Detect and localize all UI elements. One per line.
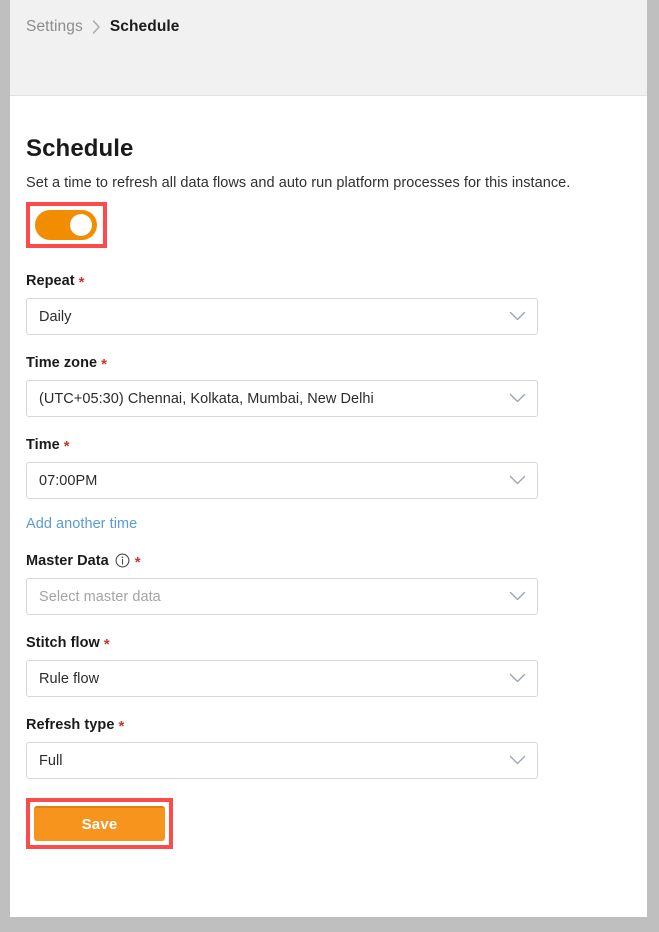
master-data-select-value: Select master data — [39, 589, 161, 605]
repeat-select-value: Daily — [39, 309, 71, 325]
breadcrumb-item-settings[interactable]: Settings — [26, 17, 83, 37]
timezone-select-value: (UTC+05:30) Chennai, Kolkata, Mumbai, Ne… — [39, 391, 374, 407]
field-label-refresh-type: Refresh type * — [26, 717, 631, 733]
field-label-master-data: Master Data * — [26, 553, 631, 569]
label-text-stitch-flow: Stitch flow — [26, 635, 100, 651]
chevron-down-icon — [509, 755, 526, 766]
chevron-down-icon — [509, 673, 526, 684]
required-marker: * — [135, 555, 141, 570]
save-highlight-box: Save — [26, 798, 173, 849]
stitch-flow-select[interactable]: Rule flow — [26, 660, 538, 697]
chevron-down-icon — [509, 591, 526, 602]
field-label-time: Time * — [26, 437, 631, 453]
field-stitch-flow: Stitch flow * Rule flow — [26, 635, 631, 697]
refresh-type-select[interactable]: Full — [26, 742, 538, 779]
label-text-timezone: Time zone — [26, 355, 97, 371]
chevron-down-icon — [509, 311, 526, 322]
toggle-highlight-box — [26, 202, 107, 248]
required-marker: * — [79, 275, 85, 290]
time-select-value: 07:00PM — [39, 473, 97, 489]
required-marker: * — [64, 439, 70, 454]
field-label-timezone: Time zone * — [26, 355, 631, 371]
toggle-knob — [70, 214, 92, 236]
label-text-time: Time — [26, 437, 60, 453]
timezone-select[interactable]: (UTC+05:30) Chennai, Kolkata, Mumbai, Ne… — [26, 380, 538, 417]
page-description: Set a time to refresh all data flows and… — [26, 163, 631, 191]
label-text-repeat: Repeat — [26, 273, 75, 289]
field-refresh-type: Refresh type * Full — [26, 717, 631, 779]
field-master-data: Master Data * Select master data — [26, 553, 631, 615]
page-title: Schedule — [26, 96, 631, 163]
save-button[interactable]: Save — [34, 806, 165, 841]
required-marker: * — [101, 357, 107, 372]
field-time: Time * 07:00PM — [26, 437, 631, 499]
page-header: Settings Schedule — [10, 0, 647, 96]
required-marker: * — [118, 719, 124, 734]
schedule-enabled-toggle[interactable] — [35, 210, 97, 240]
chevron-right-icon — [92, 20, 101, 34]
repeat-select[interactable]: Daily — [26, 298, 538, 335]
add-another-time-row: Add another time — [26, 515, 631, 533]
label-text-refresh-type: Refresh type — [26, 717, 114, 733]
info-circle-icon[interactable] — [115, 553, 130, 568]
master-data-select[interactable]: Select master data — [26, 578, 538, 615]
schedule-settings-window: Settings Schedule Schedule Set a time to… — [10, 0, 647, 917]
label-text-master-data: Master Data — [26, 553, 109, 569]
breadcrumb: Settings Schedule — [26, 17, 647, 37]
add-another-time-link[interactable]: Add another time — [26, 516, 137, 532]
required-marker: * — [104, 637, 110, 652]
field-label-stitch-flow: Stitch flow * — [26, 635, 631, 651]
time-select[interactable]: 07:00PM — [26, 462, 538, 499]
breadcrumb-item-schedule: Schedule — [110, 17, 180, 37]
schedule-form: Schedule Set a time to refresh all data … — [10, 96, 647, 916]
chevron-down-icon — [509, 393, 526, 404]
field-repeat: Repeat * Daily — [26, 273, 631, 335]
field-label-repeat: Repeat * — [26, 273, 631, 289]
field-timezone: Time zone * (UTC+05:30) Chennai, Kolkata… — [26, 355, 631, 417]
stitch-flow-select-value: Rule flow — [39, 671, 99, 687]
chevron-down-icon — [509, 475, 526, 486]
refresh-type-select-value: Full — [39, 753, 63, 769]
